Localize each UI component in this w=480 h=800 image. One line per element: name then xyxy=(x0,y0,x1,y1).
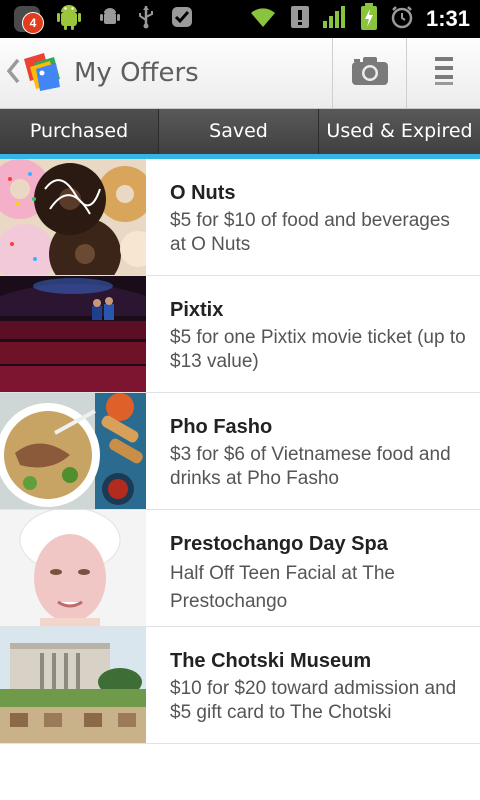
offer-item[interactable]: The Chotski Museum $10 for $20 toward ad… xyxy=(0,627,480,744)
tab-purchased[interactable]: Purchased xyxy=(0,109,159,154)
offer-list[interactable]: O Nuts $5 for $10 of food and beverages … xyxy=(0,159,480,744)
check-icon xyxy=(170,5,194,33)
battery-charging-icon xyxy=(360,3,378,35)
offer-title: O Nuts xyxy=(170,182,236,204)
tab-used-expired[interactable]: Used & Expired xyxy=(319,109,480,154)
offer-item[interactable]: Prestochango Day Spa Half Off Teen Facia… xyxy=(0,510,480,627)
offer-text: Pixtix $5 for one Pixtix movie ticket (u… xyxy=(170,298,470,374)
movie-theater-image xyxy=(0,276,146,392)
offer-text: O Nuts $5 for $10 of food and beverages … xyxy=(170,181,470,257)
donuts-image xyxy=(0,159,146,275)
notification-app-icon: 4 xyxy=(14,6,44,34)
offer-text: Prestochango Day Spa Half Off Teen Facia… xyxy=(170,532,470,616)
offer-description: Half Off Teen Facial at The Prestochango xyxy=(170,563,395,612)
tab-bar: Purchased Saved Used & Expired xyxy=(0,109,480,158)
page-title: My Offers xyxy=(74,58,199,88)
action-bar: My Offers xyxy=(0,38,480,109)
status-clock: 1:31 xyxy=(425,6,470,31)
offer-text: The Chotski Museum $10 for $20 toward ad… xyxy=(170,649,470,725)
offer-text: Pho Fasho $3 for $6 of Vietnamese food a… xyxy=(170,415,470,491)
usb-icon xyxy=(136,4,156,34)
tab-saved[interactable]: Saved xyxy=(159,109,319,154)
alarm-icon xyxy=(390,5,414,33)
offer-description: $3 for $6 of Vietnamese food and drinks … xyxy=(170,444,451,489)
alert-icon xyxy=(290,5,310,33)
google-offers-logo-icon xyxy=(20,49,68,97)
pho-soup-image xyxy=(0,393,146,509)
offer-description: $5 for one Pixtix movie ticket (up to $1… xyxy=(170,327,466,372)
offer-title: The Chotski Museum xyxy=(170,650,372,672)
facial-mask-image xyxy=(0,510,146,626)
notification-count-badge: 4 xyxy=(22,12,44,34)
camera-icon xyxy=(351,56,389,90)
offer-item[interactable]: Pho Fasho $3 for $6 of Vietnamese food a… xyxy=(0,393,480,510)
android-debug-icon xyxy=(98,5,122,33)
overflow-menu-button[interactable] xyxy=(406,38,480,108)
offer-title: Pho Fasho xyxy=(170,416,273,438)
signal-icon xyxy=(322,5,348,33)
status-bar: 4 1:31 xyxy=(0,0,480,38)
android-icon xyxy=(54,2,84,36)
camera-button[interactable] xyxy=(332,38,407,108)
home-up-button[interactable] xyxy=(6,38,68,108)
offer-title: Prestochango Day Spa xyxy=(170,533,388,555)
offer-description: $5 for $10 of food and beverages at O Nu… xyxy=(170,210,450,255)
offer-title: Pixtix xyxy=(170,299,224,321)
offer-description: $10 for $20 toward admission and $5 gift… xyxy=(170,678,457,723)
offer-item[interactable]: Pixtix $5 for one Pixtix movie ticket (u… xyxy=(0,276,480,393)
museum-building-image xyxy=(0,627,146,743)
offer-item[interactable]: O Nuts $5 for $10 of food and beverages … xyxy=(0,159,480,276)
back-chevron-icon xyxy=(6,57,20,89)
wifi-icon xyxy=(248,5,278,33)
overflow-menu-icon xyxy=(433,55,455,91)
